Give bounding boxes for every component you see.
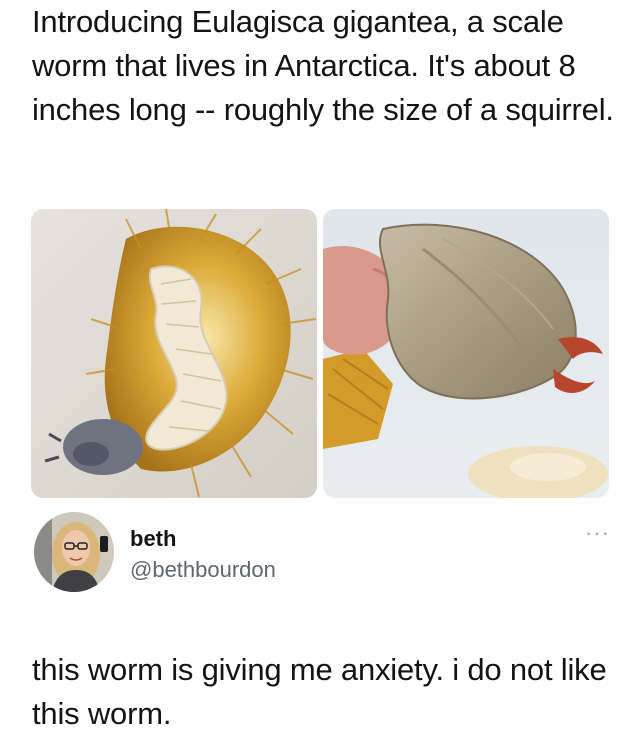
author-handle[interactable]: @bethbourdon xyxy=(130,557,276,583)
tweet-text: this worm is giving me anxiety. i do not… xyxy=(32,652,607,731)
meme-caption: Introducing Eulagisca gigantea, a scale … xyxy=(32,4,614,127)
photo-grid xyxy=(31,209,609,498)
avatar-photo xyxy=(34,512,114,592)
worm-head-jaws-image xyxy=(323,209,609,498)
avatar[interactable] xyxy=(34,512,114,592)
more-options-icon[interactable]: ··· xyxy=(585,522,610,544)
author-name[interactable]: beth xyxy=(130,526,176,552)
worm-golden-bristles-image xyxy=(31,209,317,498)
tweet-author-row: beth @bethbourdon ··· xyxy=(32,510,612,594)
worm-photo-right[interactable] xyxy=(323,209,609,498)
worm-photo-left[interactable] xyxy=(31,209,317,498)
